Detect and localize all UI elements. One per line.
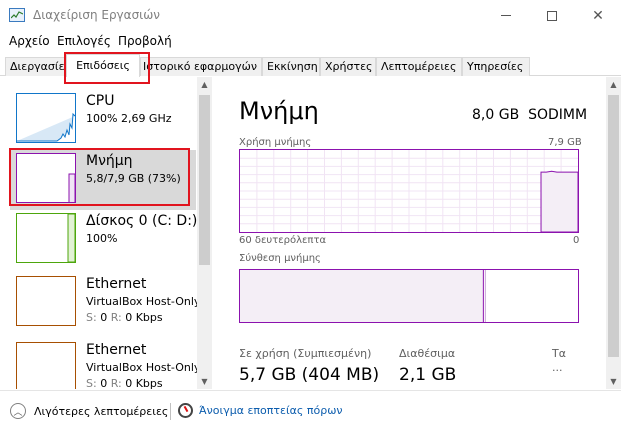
ethernet-2-name: Ethernet bbox=[86, 342, 147, 358]
memory-usage-chart bbox=[240, 150, 579, 233]
resource-list: CPU 100% 2,69 GHz Μνήμη 5,8/7,9 GB (73%)… bbox=[0, 77, 212, 389]
title-bar: Διαχείριση Εργασιών ✕ bbox=[0, 0, 621, 31]
resource-memory[interactable]: Μνήμη 5,8/7,9 GB (73%) bbox=[10, 150, 196, 210]
open-resource-monitor-link[interactable]: Άνοιγμα εποπτείας πόρων bbox=[178, 403, 343, 418]
memory-composition-label: Σύνθεση μνήμης bbox=[239, 253, 321, 264]
memory-composition-chart bbox=[240, 270, 486, 322]
speed-label: Τα bbox=[552, 347, 566, 360]
memory-thumbnail bbox=[16, 153, 76, 203]
resource-cpu[interactable]: CPU 100% 2,69 GHz bbox=[10, 90, 196, 150]
ethernet-1-throughput: S: 0 R: 0 Kbps bbox=[86, 311, 163, 324]
task-manager-icon bbox=[9, 8, 25, 22]
memory-composition-bar bbox=[239, 269, 579, 323]
maximize-button[interactable] bbox=[529, 0, 575, 31]
chevron-up-icon: ︿ bbox=[10, 403, 26, 419]
cpu-detail: 100% 2,69 GHz bbox=[86, 112, 172, 125]
close-icon: ✕ bbox=[592, 7, 604, 24]
tab-performance[interactable]: Επιδόσεις bbox=[66, 54, 140, 77]
memory-name: Μνήμη bbox=[86, 153, 133, 169]
resource-disk[interactable]: Δίσκος 0 (C: D:) 100% bbox=[10, 210, 198, 270]
tab-startup[interactable]: Εκκίνηση bbox=[262, 57, 320, 76]
tab-bar: Διεργασίες Επιδόσεις Ιστορικό εφαρμογών … bbox=[0, 54, 621, 77]
resource-ethernet-1[interactable]: Ethernet VirtualBox Host-Only S: 0 R: 0 … bbox=[10, 273, 200, 333]
tab-processes[interactable]: Διεργασίες bbox=[5, 57, 66, 76]
ethernet-1-thumbnail bbox=[16, 276, 76, 326]
memory-usage-graph bbox=[239, 149, 579, 233]
scroll-thumb[interactable] bbox=[608, 95, 619, 357]
memory-usage-label: Χρήση μνήμης bbox=[239, 137, 312, 148]
tab-details[interactable]: Λεπτομέρειες bbox=[376, 57, 462, 76]
scroll-thumb[interactable] bbox=[199, 95, 210, 265]
resource-monitor-label: Άνοιγμα εποπτείας πόρων bbox=[199, 404, 343, 417]
scroll-up-icon[interactable]: ▲ bbox=[606, 77, 621, 92]
in-use-label: Σε χρήση (Συμπιεσμένη) bbox=[239, 347, 372, 360]
disk-name: Δίσκος 0 (C: D:) bbox=[86, 213, 198, 229]
memory-total: 8,0 GB SODIMM bbox=[472, 107, 588, 123]
menu-file[interactable]: Αρχείο bbox=[9, 34, 50, 48]
tab-users[interactable]: Χρήστες bbox=[320, 57, 376, 76]
disk-detail: 100% bbox=[86, 232, 118, 245]
scroll-down-icon[interactable]: ▼ bbox=[606, 374, 621, 389]
menu-options[interactable]: Επιλογές bbox=[57, 34, 111, 48]
memory-usage-max: 7,9 GB bbox=[548, 137, 582, 148]
bottom-separator bbox=[170, 403, 171, 420]
available-value: 2,1 GB bbox=[399, 365, 457, 385]
window-title: Διαχείριση Εργασιών bbox=[33, 8, 160, 22]
resource-ethernet-2[interactable]: Ethernet VirtualBox Host-Only S: 0 R: 0 … bbox=[10, 339, 200, 389]
memory-detail-panel: Μνήμη 8,0 GB SODIMM Χρήση μνήμης 7,9 GB … bbox=[224, 77, 606, 389]
less-details-label: Λιγότερες λεπτομέρειες bbox=[34, 404, 169, 418]
ethernet-1-adapter: VirtualBox Host-Only bbox=[86, 295, 201, 308]
minimize-icon bbox=[501, 15, 511, 16]
bottom-bar: ︿ Λιγότερες λεπτομέρειες Άνοιγμα εποπτεί… bbox=[0, 390, 621, 436]
scroll-up-icon[interactable]: ▲ bbox=[197, 77, 212, 92]
cpu-name: CPU bbox=[86, 93, 115, 109]
minimize-button[interactable] bbox=[483, 0, 529, 31]
graph-time-label: 60 δευτερόλεπτα bbox=[239, 235, 327, 246]
tab-services[interactable]: Υπηρεσίες bbox=[462, 57, 530, 76]
menu-view[interactable]: Προβολή bbox=[118, 34, 172, 48]
tab-app-history[interactable]: Ιστορικό εφαρμογών bbox=[140, 57, 262, 76]
maximize-icon bbox=[547, 10, 557, 21]
close-button[interactable]: ✕ bbox=[575, 0, 621, 31]
available-label: Διαθέσιμα bbox=[399, 347, 456, 360]
cpu-thumbnail bbox=[16, 93, 76, 143]
ethernet-1-name: Ethernet bbox=[86, 276, 147, 292]
ethernet-2-thumbnail bbox=[16, 342, 76, 389]
ethernet-2-throughput: S: 0 R: 0 Kbps bbox=[86, 377, 163, 389]
in-use-value: 5,7 GB (404 MB) bbox=[239, 365, 380, 385]
composition-in-use-segment bbox=[240, 270, 484, 322]
resource-monitor-icon bbox=[178, 403, 193, 418]
scroll-down-icon[interactable]: ▼ bbox=[197, 374, 212, 389]
less-details-button[interactable]: ︿ Λιγότερες λεπτομέρειες bbox=[10, 403, 168, 419]
graph-time-zero: 0 bbox=[573, 235, 580, 246]
ethernet-2-adapter: VirtualBox Host-Only bbox=[86, 361, 201, 374]
resource-list-scrollbar[interactable]: ▲ ▼ bbox=[197, 77, 212, 389]
speed-label-dots: ... bbox=[552, 361, 563, 374]
menu-bar: Αρχείο Επιλογές Προβολή bbox=[0, 31, 621, 51]
memory-usage-series bbox=[540, 170, 579, 233]
detail-panel-scrollbar[interactable]: ▲ ▼ bbox=[606, 77, 621, 389]
disk-thumbnail bbox=[16, 213, 76, 263]
memory-detail: 5,8/7,9 GB (73%) bbox=[86, 172, 181, 185]
memory-title: Μνήμη bbox=[239, 97, 319, 125]
